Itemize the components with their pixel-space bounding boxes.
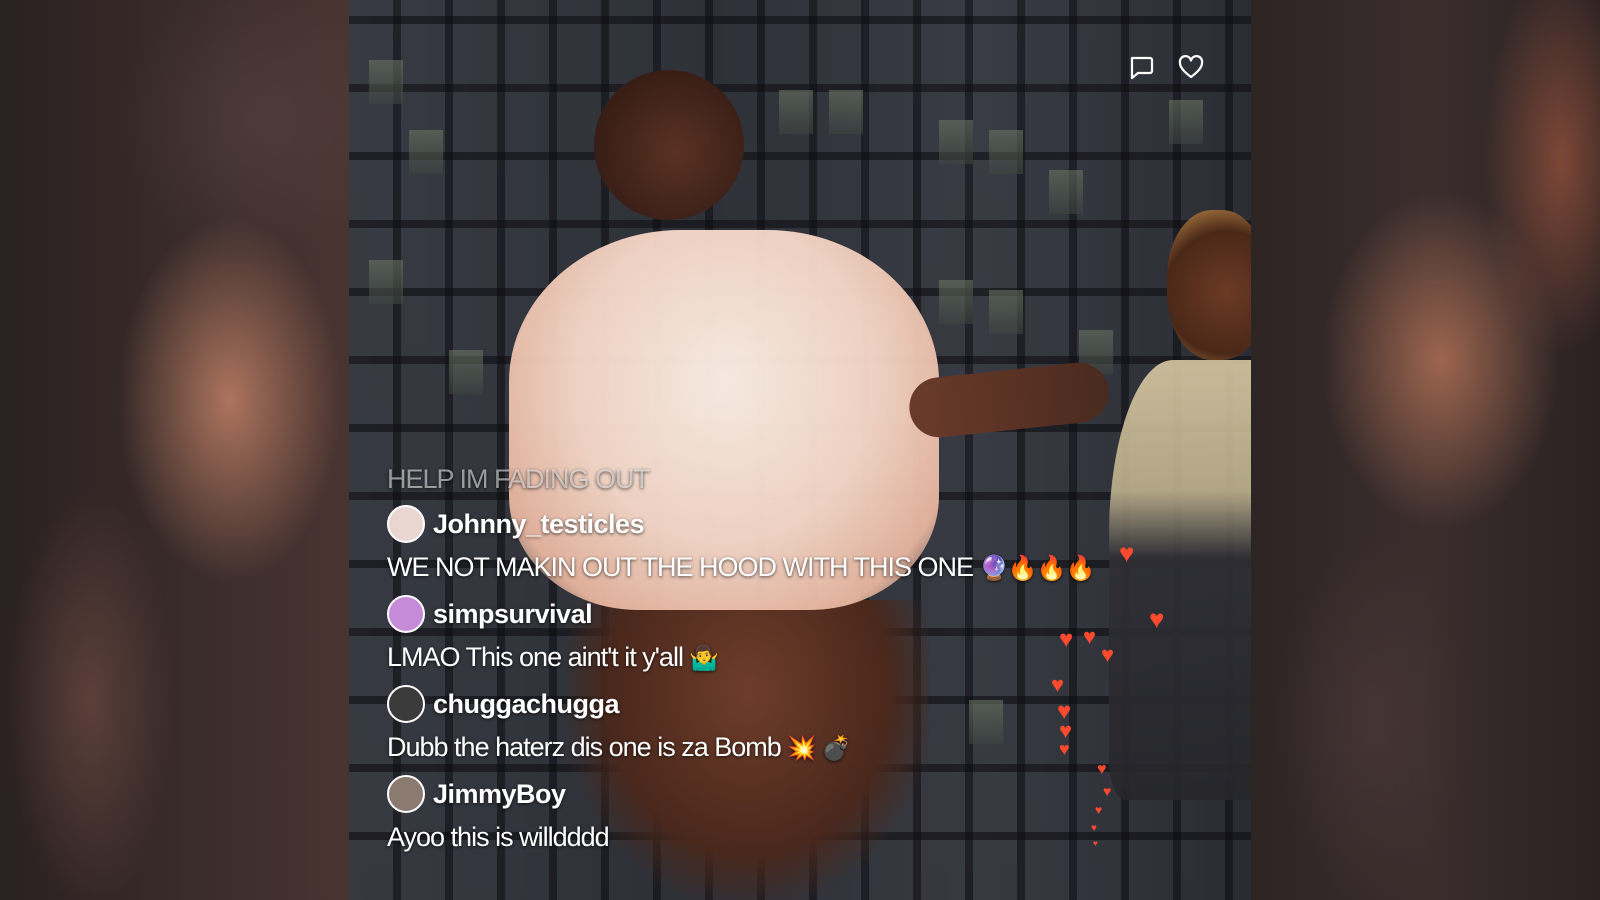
building-window — [1169, 100, 1203, 144]
building-window — [409, 130, 443, 174]
avatar[interactable] — [387, 685, 425, 723]
comment-emoji: 💥 💣 — [786, 735, 851, 762]
blurred-background-right — [1251, 0, 1600, 900]
comment-text: Ayoo this is willdddd — [387, 822, 610, 852]
avatar[interactable] — [387, 595, 425, 633]
comment-username[interactable]: JimmyBoy — [433, 779, 566, 810]
live-comments-feed: HELP IM FADING OUT Johnny_testicles WE N… — [387, 455, 1207, 863]
building-window — [989, 290, 1023, 334]
comment-icon — [1130, 56, 1154, 80]
secondary-character-head — [1167, 210, 1251, 360]
main-character-head — [594, 70, 744, 220]
building-window — [939, 280, 973, 324]
building-window — [989, 130, 1023, 174]
building-window — [939, 120, 973, 164]
like-button[interactable] — [1174, 50, 1208, 84]
status-text: HELP IM FADING OUT — [387, 464, 650, 494]
heart-icon — [1178, 55, 1204, 79]
comment-button[interactable] — [1124, 50, 1158, 84]
comment-text: LMAO This one aint't it y'all — [387, 642, 684, 672]
comment-emoji: 🔮🔥🔥🔥 — [979, 555, 1096, 582]
live-video-frame[interactable]: ♥ ♥ ♥ ♥ ♥ ♥ ♥ ♥ ♥ ♥ ♥ ♥ ♥ ♥ HELP IM FADI… — [349, 0, 1251, 900]
comment-username[interactable]: simpsurvival — [433, 599, 593, 630]
comment-username[interactable]: Johnny_testicles — [433, 509, 645, 540]
avatar[interactable] — [387, 505, 425, 543]
comment-emoji: 🤷‍♂️ — [688, 645, 719, 672]
building-window — [829, 90, 863, 134]
comment-text: WE NOT MAKIN OUT THE HOOD WITH THIS ONE — [387, 552, 974, 582]
building-window — [449, 350, 483, 394]
comment-item: chuggachugga Dubb the haterz dis one is … — [387, 683, 1207, 769]
blurred-background-left — [0, 0, 349, 900]
building-window — [369, 60, 403, 104]
comment-text: Dubb the haterz dis one is za Bomb — [387, 732, 782, 762]
building-window — [369, 260, 403, 304]
comment-item: simpsurvival LMAO This one aint't it y'a… — [387, 593, 1207, 679]
comment-item: Johnny_testicles WE NOT MAKIN OUT THE HO… — [387, 503, 1207, 589]
avatar[interactable] — [387, 775, 425, 813]
building-window — [779, 90, 813, 134]
comment-item: JimmyBoy Ayoo this is willdddd — [387, 773, 1207, 859]
building-window — [1049, 170, 1083, 214]
comment-username[interactable]: chuggachugga — [433, 689, 620, 720]
